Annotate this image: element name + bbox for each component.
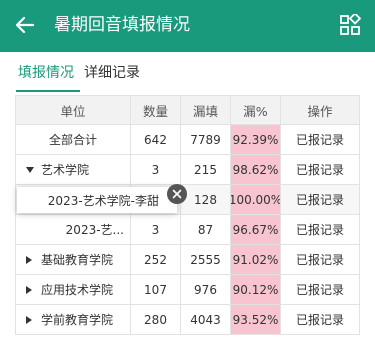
- caret-right-icon: [26, 285, 32, 294]
- count-cell: 280: [130, 305, 180, 334]
- grid-menu-button[interactable]: [339, 12, 362, 36]
- records-link[interactable]: 已报记录: [280, 125, 360, 154]
- col-header-count[interactable]: 数量: [130, 96, 180, 124]
- col-header-missing[interactable]: 漏填: [180, 96, 230, 124]
- page-title: 暑期回音填报情况: [54, 15, 190, 35]
- table-row: 应用技术学院 107 976 90.12% 已报记录: [15, 275, 360, 305]
- table-row: 基础教育学院 252 2555 91.02% 已报记录: [15, 245, 360, 275]
- unit-cell-expandable[interactable]: 应用技术学院: [15, 275, 130, 304]
- records-link[interactable]: 已报记录: [280, 275, 360, 304]
- missing-cell: 4043: [180, 305, 230, 334]
- count-cell: 3: [130, 155, 180, 184]
- unit-cell: 全部合计: [15, 125, 130, 154]
- unit-label: 应用技术学院: [41, 283, 114, 297]
- report-table: 单位 数量 漏填 漏% 操作 全部合计 642 7789 92.39% 已报记录…: [15, 95, 360, 335]
- tab-bar: 填报情况 详细记录: [0, 52, 375, 94]
- col-header-action: 操作: [280, 96, 360, 124]
- missing-cell: 215: [180, 155, 230, 184]
- records-link[interactable]: 已报记录: [280, 245, 360, 274]
- table-row: 学前教育学院 280 4043 93.52% 已报记录: [15, 305, 360, 335]
- records-link[interactable]: 已报记录: [280, 305, 360, 334]
- arrow-left-icon: [15, 16, 35, 34]
- missing-pct-cell: 98.62%: [230, 155, 280, 184]
- records-link[interactable]: 已报记录: [280, 185, 360, 214]
- count-cell: 3: [130, 215, 180, 244]
- grid-icon: [340, 12, 362, 35]
- unit-cell-expandable[interactable]: 艺术学院: [15, 155, 130, 184]
- unit-label: 学前教育学院: [41, 313, 114, 327]
- col-header-missing-pct[interactable]: 漏%: [230, 96, 280, 124]
- records-link[interactable]: 已报记录: [280, 155, 360, 184]
- missing-pct-cell: 91.02%: [230, 245, 280, 274]
- table-row: 全部合计 642 7789 92.39% 已报记录: [15, 125, 360, 155]
- missing-pct-cell: 93.52%: [230, 305, 280, 334]
- missing-cell: 128: [180, 185, 230, 214]
- caret-down-icon: [26, 166, 34, 173]
- missing-pct-cell: 96.67%: [230, 215, 280, 244]
- unit-cell-expandable[interactable]: 学前教育学院: [15, 305, 130, 334]
- missing-cell: 87: [180, 215, 230, 244]
- missing-pct-cell: 90.12%: [230, 275, 280, 304]
- count-cell: 107: [130, 275, 180, 304]
- table-row: 2023-艺... 3 87 96.67% 已报记录: [15, 215, 360, 245]
- missing-cell: 2555: [180, 245, 230, 274]
- app-bar: 暑期回音填报情况: [0, 0, 375, 52]
- unit-cell[interactable]: 2023-艺...: [15, 215, 130, 244]
- caret-right-icon: [26, 255, 32, 264]
- table-row: 艺术学院 3 215 98.62% 已报记录: [15, 155, 360, 185]
- unit-cell-expandable[interactable]: 基础教育学院: [15, 245, 130, 274]
- caret-right-icon: [26, 315, 32, 324]
- records-link[interactable]: 已报记录: [280, 215, 360, 244]
- close-icon: [172, 189, 182, 199]
- tab-detail-records[interactable]: 详细记录: [84, 64, 140, 82]
- col-header-unit[interactable]: 单位: [15, 96, 130, 124]
- tooltip-close-button[interactable]: [167, 184, 187, 204]
- count-cell: 252: [130, 245, 180, 274]
- missing-pct-cell: 100.00%: [230, 185, 280, 214]
- missing-cell: 976: [180, 275, 230, 304]
- unit-name-tooltip: 2023-艺术学院-李甜: [17, 187, 177, 213]
- tab-fill-status[interactable]: 填报情况: [18, 64, 74, 82]
- count-cell: 642: [130, 125, 180, 154]
- table-header: 单位 数量 漏填 漏% 操作: [15, 95, 360, 125]
- missing-cell: 7789: [180, 125, 230, 154]
- back-button[interactable]: [12, 12, 38, 38]
- unit-label: 艺术学院: [41, 163, 90, 177]
- tab-active-indicator: [16, 90, 80, 92]
- missing-pct-cell: 92.39%: [230, 125, 280, 154]
- unit-label: 基础教育学院: [41, 253, 114, 267]
